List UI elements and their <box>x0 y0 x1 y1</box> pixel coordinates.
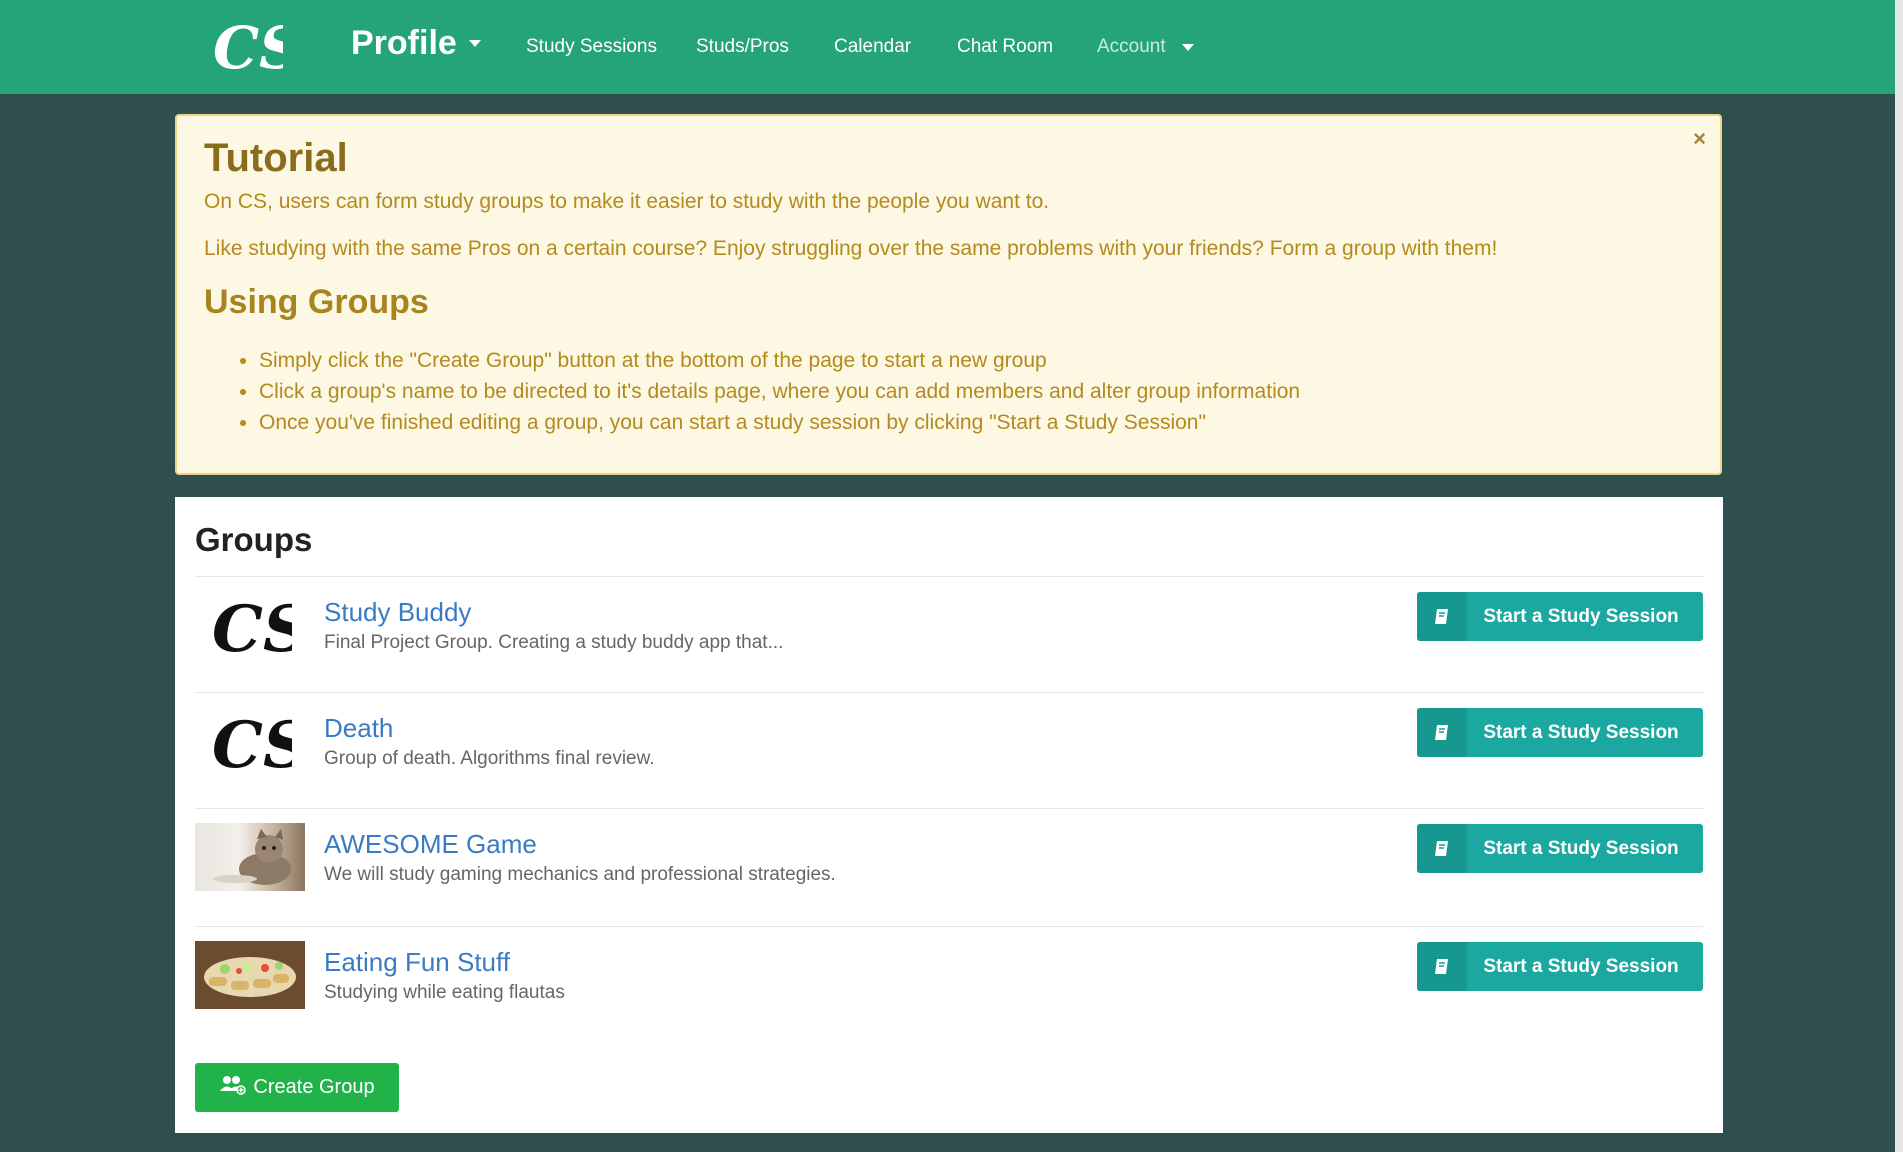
tutorial-subtitle: Using Groups <box>204 283 429 321</box>
start-study-session-button[interactable]: Start a Study Session <box>1417 942 1703 991</box>
chevron-down-icon <box>468 40 481 47</box>
button-label: Start a Study Session <box>1483 605 1679 627</box>
group-thumbnail-cs-logo: CS <box>195 591 305 661</box>
nav-chat-room[interactable]: Chat Room <box>957 36 1053 58</box>
book-icon <box>1417 942 1467 991</box>
groups-panel: Groups CS Study Buddy Final Project Grou… <box>175 497 1723 1133</box>
account-dropdown[interactable]: Account <box>1097 36 1194 58</box>
group-thumbnail-kitten-photo <box>195 823 305 891</box>
tutorial-bullet-list: Simply click the "Create Group" button a… <box>204 345 1300 438</box>
add-users-icon <box>219 1075 247 1101</box>
chevron-down-icon <box>1181 43 1194 51</box>
svg-text:CS: CS <box>212 592 292 661</box>
group-name-link[interactable]: Eating Fun Stuff <box>324 947 510 978</box>
group-row: CS Study Buddy Final Project Group. Crea… <box>195 576 1703 693</box>
book-icon <box>1417 592 1467 641</box>
button-label: Start a Study Session <box>1483 837 1679 859</box>
tutorial-alert: Tutorial × On CS, users can form study g… <box>175 114 1722 475</box>
list-item: Click a group's name to be directed to i… <box>259 376 1300 407</box>
tutorial-paragraph: On CS, users can form study groups to ma… <box>204 190 1050 213</box>
profile-label: Profile <box>351 24 457 62</box>
group-name-link[interactable]: Study Buddy <box>324 597 471 628</box>
button-label: Start a Study Session <box>1483 955 1679 977</box>
create-group-button[interactable]: Create Group <box>195 1063 399 1112</box>
svg-text:CS: CS <box>212 708 292 777</box>
account-label: Account <box>1097 36 1166 57</box>
group-row: Eating Fun Stuff Studying while eating f… <box>195 926 1703 1043</box>
list-item: Simply click the "Create Group" button a… <box>259 345 1300 376</box>
group-name-link[interactable]: Death <box>324 713 393 744</box>
group-description: Final Project Group. Creating a study bu… <box>324 632 784 653</box>
list-item: Once you've finished editing a group, yo… <box>259 407 1300 438</box>
start-study-session-button[interactable]: Start a Study Session <box>1417 592 1703 641</box>
book-icon <box>1417 824 1467 873</box>
svg-text:CS: CS <box>213 16 283 78</box>
group-name-link[interactable]: AWESOME Game <box>324 829 537 860</box>
group-description: Group of death. Algorithms final review. <box>324 748 655 769</box>
button-label: Start a Study Session <box>1483 721 1679 743</box>
group-row: AWESOME Game We will study gaming mechan… <box>195 808 1703 925</box>
nav-calendar[interactable]: Calendar <box>834 36 911 58</box>
profile-dropdown[interactable]: Profile <box>351 24 481 63</box>
top-navbar: CS Profile Study Sessions Studs/Pros Cal… <box>0 0 1903 94</box>
group-thumbnail-cs-logo: CS <box>195 707 305 777</box>
group-description: Studying while eating flautas <box>324 982 565 1003</box>
tutorial-paragraph: Like studying with the same Pros on a ce… <box>204 237 1498 260</box>
nav-study-sessions[interactable]: Study Sessions <box>526 36 657 58</box>
page-title: Groups <box>195 521 313 558</box>
start-study-session-button[interactable]: Start a Study Session <box>1417 824 1703 873</box>
tutorial-title: Tutorial <box>204 136 348 180</box>
group-row: CS Death Group of death. Algorithms fina… <box>195 692 1703 809</box>
group-thumbnail-flautas-photo <box>195 941 305 1009</box>
close-icon[interactable]: × <box>1693 128 1706 150</box>
button-label: Create Group <box>253 1076 375 1098</box>
start-study-session-button[interactable]: Start a Study Session <box>1417 708 1703 757</box>
cs-logo[interactable]: CS <box>208 14 286 80</box>
nav-studs-pros[interactable]: Studs/Pros <box>696 36 789 58</box>
scrollbar[interactable] <box>1895 0 1903 1152</box>
group-description: We will study gaming mechanics and profe… <box>324 864 836 885</box>
book-icon <box>1417 708 1467 757</box>
